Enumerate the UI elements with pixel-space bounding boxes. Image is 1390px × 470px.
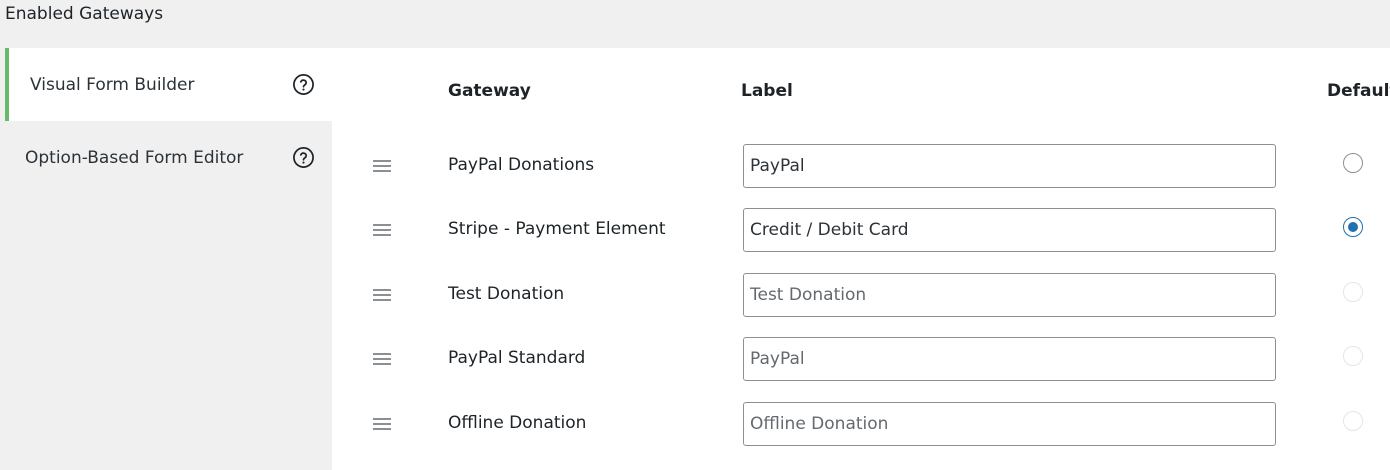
drag-handle-icon[interactable] [373,418,391,432]
drag-handle-icon[interactable] [373,224,391,238]
tab-option-based-form-editor[interactable]: Option-Based Form Editor [5,121,332,194]
tab-label: Visual Form Builder [30,74,195,95]
default-gateway-radio [1343,411,1363,431]
gateway-name: Stripe - Payment Element [448,219,666,239]
table-row: Test Donation [332,273,1390,317]
drag-handle-icon[interactable] [373,160,391,174]
table-row: Offline Donation [332,402,1390,446]
help-circle-icon[interactable] [292,73,315,96]
gateways-table: Gateway Label Default PayPal Donations S… [332,48,1390,470]
tab-visual-form-builder[interactable]: Visual Form Builder [5,48,332,121]
default-gateway-radio [1343,282,1363,302]
column-header-default: Default [1327,81,1390,101]
column-header-label: Label [741,81,793,101]
default-gateway-radio[interactable] [1343,153,1363,173]
default-gateway-radio[interactable] [1343,217,1363,237]
gateway-label-input[interactable] [743,273,1276,317]
drag-handle-icon[interactable] [373,353,391,367]
gateway-label-input[interactable] [743,402,1276,446]
section-title: Enabled Gateways [5,4,164,24]
help-circle-icon[interactable] [292,146,315,169]
gateway-label-input[interactable] [743,144,1276,188]
column-header-gateway: Gateway [448,81,531,101]
gateways-panel: Visual Form Builder Option-Based Form Ed… [5,48,1390,470]
form-type-tabs: Visual Form Builder Option-Based Form Ed… [5,48,332,470]
gateway-label-input[interactable] [743,208,1276,252]
default-gateway-radio [1343,346,1363,366]
table-row: Stripe - Payment Element [332,208,1390,252]
gateway-name: PayPal Standard [448,348,586,368]
gateway-name: Test Donation [448,284,565,304]
table-row: PayPal Standard [332,337,1390,381]
tab-label: Option-Based Form Editor [25,147,244,168]
drag-handle-icon[interactable] [373,289,391,303]
gateway-name: Offline Donation [448,413,587,433]
gateway-label-input[interactable] [743,337,1276,381]
table-row: PayPal Donations [332,144,1390,188]
gateway-name: PayPal Donations [448,155,595,175]
